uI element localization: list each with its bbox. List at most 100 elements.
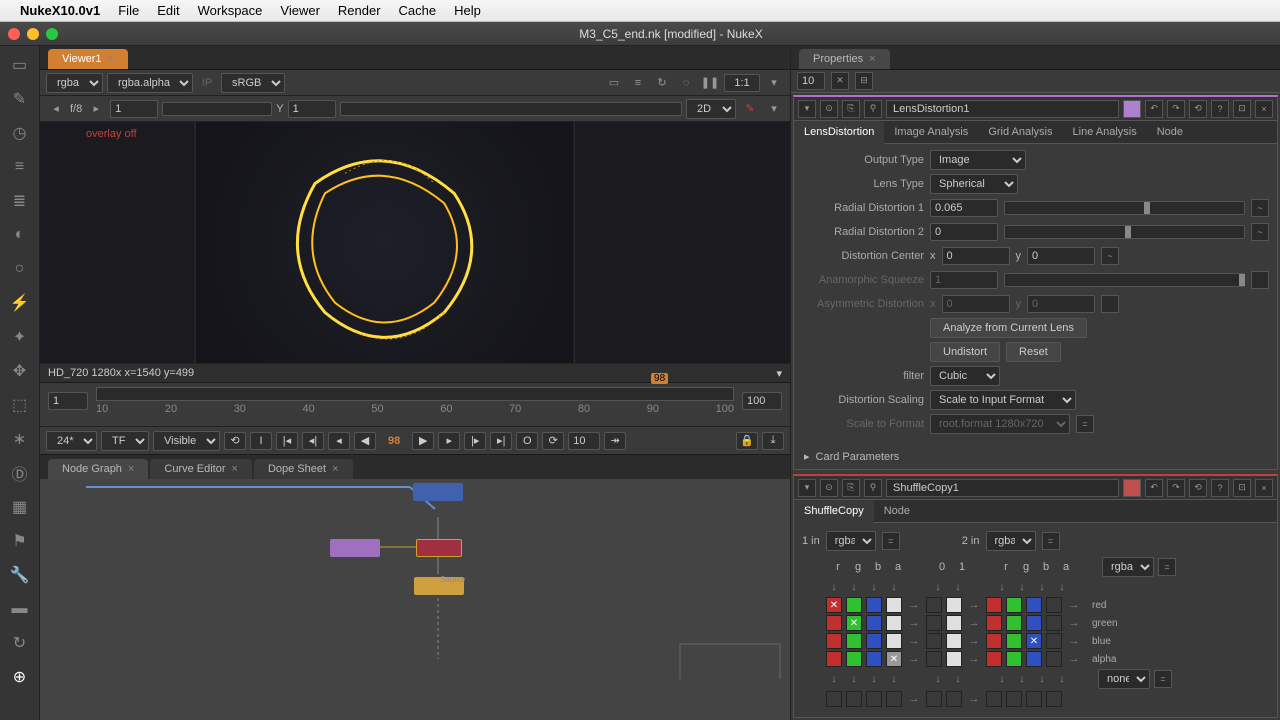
nodegraph[interactable]: Source bbox=[40, 479, 790, 720]
in1-select[interactable]: rgba bbox=[826, 531, 876, 551]
close-window-icon[interactable] bbox=[8, 28, 20, 40]
step-back-icon[interactable]: ◂ bbox=[328, 432, 350, 450]
pencil-icon[interactable]: ✎ bbox=[740, 100, 760, 118]
prev-icon[interactable]: ◂ bbox=[46, 100, 66, 118]
tool-time-icon[interactable]: ◷ bbox=[9, 122, 31, 144]
tab-gridanalysis[interactable]: Grid Analysis bbox=[978, 121, 1062, 143]
center-x-input[interactable] bbox=[942, 247, 1010, 265]
fps-select[interactable]: 24* bbox=[46, 431, 97, 451]
tool-globe-icon[interactable]: ⊕ bbox=[9, 666, 31, 688]
tab-node[interactable]: Node bbox=[1147, 121, 1193, 143]
pause-icon[interactable]: ❚❚ bbox=[700, 74, 720, 92]
next-key-icon[interactable]: |▸ bbox=[464, 432, 486, 450]
filter-select[interactable]: Cubic bbox=[930, 366, 1000, 386]
tool-other-icon[interactable]: ⚑ bbox=[9, 530, 31, 552]
clear-panels-icon[interactable]: ✕ bbox=[831, 72, 849, 90]
tab-lineanalysis[interactable]: Line Analysis bbox=[1063, 121, 1147, 143]
link-icon[interactable]: = bbox=[1042, 532, 1060, 550]
loop-icon[interactable]: ⟳ bbox=[542, 432, 564, 450]
tool-color-icon[interactable]: ≣ bbox=[9, 190, 31, 212]
in-point-icon[interactable]: I bbox=[250, 432, 272, 450]
viewer-tab[interactable]: Viewer1 × bbox=[48, 49, 128, 69]
play-fwd-icon[interactable]: ▶ bbox=[412, 432, 434, 450]
center-y-input[interactable] bbox=[1027, 247, 1095, 265]
dropdown-icon[interactable]: ▾ bbox=[764, 100, 784, 118]
bug-icon[interactable]: ⚲ bbox=[864, 479, 882, 497]
anim-icon[interactable]: ~ bbox=[1251, 223, 1269, 241]
viewport[interactable]: overlay off bbox=[40, 122, 790, 363]
link-icon[interactable]: = bbox=[1154, 670, 1172, 688]
close-tab-icon[interactable]: × bbox=[232, 463, 238, 475]
menu-cache[interactable]: Cache bbox=[399, 3, 437, 18]
node-lensdistortion[interactable] bbox=[330, 539, 380, 557]
app-name[interactable]: NukeX10.0v1 bbox=[20, 3, 100, 18]
timeline[interactable]: 98 102030405060708090100 bbox=[40, 383, 790, 427]
frame-input-a[interactable] bbox=[110, 100, 158, 118]
none-select[interactable]: none bbox=[1098, 669, 1150, 689]
tool-deep-icon[interactable]: ∗ bbox=[9, 428, 31, 450]
minimize-window-icon[interactable] bbox=[27, 28, 39, 40]
output-type-select[interactable]: Image bbox=[930, 150, 1026, 170]
colorspace-select[interactable]: sRGB bbox=[221, 73, 285, 93]
out-point-icon[interactable]: O bbox=[516, 432, 538, 450]
close-panel-icon[interactable]: × bbox=[1255, 479, 1273, 497]
tab-dopesheet[interactable]: Dope Sheet× bbox=[254, 459, 353, 479]
export-icon[interactable]: ⤓ bbox=[762, 432, 784, 450]
range-input[interactable] bbox=[568, 432, 600, 450]
next-icon[interactable]: ▸ bbox=[86, 100, 106, 118]
tool-image-icon[interactable]: ▭ bbox=[9, 54, 31, 76]
play-back-icon[interactable]: ◀ bbox=[354, 432, 376, 450]
tool-channel-icon[interactable]: ≡ bbox=[9, 156, 31, 178]
tool-transform-icon[interactable]: ✦ bbox=[9, 326, 31, 348]
tab-imageanalysis[interactable]: Image Analysis bbox=[884, 121, 978, 143]
clone-icon[interactable]: ⎘ bbox=[842, 479, 860, 497]
zoom-ratio[interactable]: 1:1 bbox=[724, 74, 760, 92]
close-tab-icon[interactable]: × bbox=[128, 463, 134, 475]
anim-icon[interactable]: ~ bbox=[1251, 199, 1269, 217]
tool-draw-icon[interactable]: ✎ bbox=[9, 88, 31, 110]
close-panel-icon[interactable]: × bbox=[1255, 100, 1273, 118]
prev-key-icon[interactable]: ◂| bbox=[302, 432, 324, 450]
first-frame-icon[interactable]: |◂ bbox=[276, 432, 298, 450]
anim-icon[interactable] bbox=[1101, 295, 1119, 313]
out-select[interactable]: rgba bbox=[1102, 557, 1154, 577]
shuffle-row-extra[interactable]: →→ bbox=[802, 691, 1269, 707]
node-name-input[interactable] bbox=[886, 100, 1119, 118]
node-read[interactable] bbox=[413, 483, 463, 501]
collapse-icon[interactable]: ▾ bbox=[798, 100, 816, 118]
ip-toggle[interactable]: IP bbox=[197, 74, 217, 92]
panel-count[interactable] bbox=[797, 72, 825, 90]
expand-icon[interactable]: ▸ bbox=[804, 450, 810, 463]
bug-icon[interactable]: ⚲ bbox=[864, 100, 882, 118]
status-dropdown-icon[interactable]: ▾ bbox=[776, 367, 782, 380]
color-swatch-icon[interactable] bbox=[1123, 479, 1141, 497]
alpha-select[interactable]: rgba.alpha bbox=[107, 73, 193, 93]
rad1-slider[interactable] bbox=[1004, 201, 1245, 215]
node-name-input[interactable] bbox=[886, 479, 1119, 497]
anim-icon[interactable] bbox=[1251, 271, 1269, 289]
lock-icon[interactable]: 🔒 bbox=[736, 432, 758, 450]
roi-icon[interactable]: ◌ bbox=[676, 74, 696, 92]
node-merge[interactable] bbox=[416, 539, 462, 557]
gain-slider[interactable] bbox=[340, 102, 682, 116]
menu-help[interactable]: Help bbox=[454, 3, 481, 18]
link-icon[interactable]: = bbox=[1158, 558, 1176, 576]
center-node-icon[interactable]: ⊙ bbox=[820, 479, 838, 497]
tool-metadata-icon[interactable]: ▦ bbox=[9, 496, 31, 518]
step-fwd-icon[interactable]: ▸ bbox=[438, 432, 460, 450]
tool-refresh-icon[interactable]: ↻ bbox=[9, 632, 31, 654]
help-icon[interactable]: ? bbox=[1211, 100, 1229, 118]
close-tab-icon[interactable]: × bbox=[108, 53, 114, 65]
card-params-label[interactable]: Card Parameters bbox=[816, 451, 900, 463]
shuffle-row-blue[interactable]: →→✕→blue bbox=[802, 633, 1269, 649]
timeline-track[interactable] bbox=[96, 387, 734, 401]
revert-icon[interactable]: ⟲ bbox=[1189, 479, 1207, 497]
tool-keyer-icon[interactable]: ○ bbox=[9, 258, 31, 280]
shuffle-row-alpha[interactable]: ✕→→→alpha bbox=[802, 651, 1269, 667]
viewer-icon-1[interactable]: ▭ bbox=[604, 74, 624, 92]
menu-file[interactable]: File bbox=[118, 3, 139, 18]
tool-toolsets-icon[interactable]: 🔧 bbox=[9, 564, 31, 586]
redo-icon[interactable]: ↷ bbox=[1167, 479, 1185, 497]
center-node-icon[interactable]: ⊙ bbox=[820, 100, 838, 118]
tf-select[interactable]: TF bbox=[101, 431, 149, 451]
